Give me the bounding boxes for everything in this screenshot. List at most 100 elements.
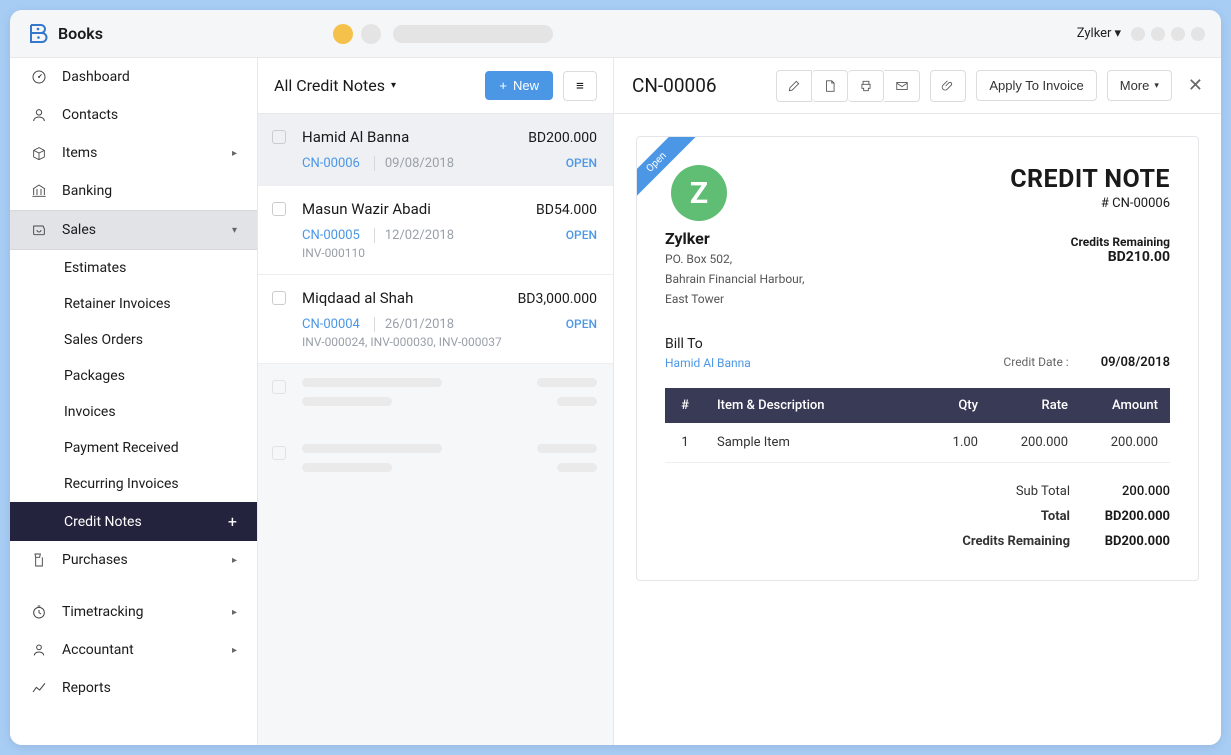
credit-note-document: Open Z Zylker PO. Box 502, Bahrain Finan… (636, 136, 1199, 581)
sales-icon (30, 221, 48, 239)
apply-label: Apply To Invoice (989, 78, 1083, 93)
more-label: More (1120, 78, 1150, 93)
dot (1171, 27, 1185, 41)
list-menu-button[interactable]: ≡ (563, 71, 597, 101)
item-checkbox[interactable] (272, 130, 286, 144)
org-selector[interactable]: Zylker ▾ (1077, 26, 1121, 41)
nav-label: Contacts (62, 107, 118, 123)
nav-items[interactable]: Items ▸ (10, 134, 257, 172)
item-amount: BD54.000 (536, 202, 597, 218)
nav-contacts[interactable]: Contacts (10, 96, 257, 134)
plus-icon: + (499, 78, 507, 93)
nav-label: Reports (62, 680, 111, 696)
item-amount: BD200.000 (528, 130, 597, 146)
company-addr-1: PO. Box 502, (665, 250, 805, 268)
cn-number: CN-00004 (302, 317, 360, 332)
add-icon[interactable]: + (228, 512, 237, 531)
app-name: Books (58, 24, 103, 43)
dot-yellow (333, 24, 353, 44)
cn-number: CN-00005 (302, 228, 360, 243)
list-header: All Credit Notes ▾ + New ≡ (258, 58, 613, 114)
list-item[interactable]: Miqdaad al Shah BD3,000.000 CN-00004 26/… (258, 275, 613, 364)
subnav-packages[interactable]: Packages (10, 358, 257, 394)
edit-button[interactable] (776, 70, 812, 102)
reports-icon (30, 679, 48, 697)
pencil-icon (787, 79, 801, 93)
item-refs: INV-000110 (302, 246, 597, 260)
chevron-right-icon: ▸ (232, 645, 237, 656)
nav-accountant[interactable]: Accountant ▸ (10, 631, 257, 669)
close-button[interactable]: ✕ (1188, 75, 1203, 96)
apply-to-invoice-button[interactable]: Apply To Invoice (976, 70, 1096, 101)
detail-pane: CN-00006 Apply To Invoice More▾ ✕ Open (614, 58, 1221, 745)
nav-banking[interactable]: Banking (10, 172, 257, 210)
detail-title: CN-00006 (632, 74, 766, 97)
new-button[interactable]: + New (485, 71, 553, 100)
chevron-right-icon: ▸ (232, 148, 237, 159)
cell-desc: Sample Item (705, 423, 920, 463)
nav-label: Items (62, 145, 97, 161)
list-placeholder (258, 430, 613, 496)
subnav-payment-received[interactable]: Payment Received (10, 430, 257, 466)
printer-icon (859, 79, 873, 93)
subnav-estimates[interactable]: Estimates (10, 250, 257, 286)
bill-to-name: Hamid Al Banna (665, 356, 751, 370)
topbar-pill-placeholder (393, 25, 553, 43)
subnav-label: Credit Notes (64, 514, 142, 530)
purchases-icon (30, 551, 48, 569)
list-item[interactable]: Hamid Al Banna BD200.000 CN-00006 09/08/… (258, 114, 613, 186)
subnav-recurring-invoices[interactable]: Recurring Invoices (10, 466, 257, 502)
subnav-retainer-invoices[interactable]: Retainer Invoices (10, 286, 257, 322)
nav-purchases[interactable]: Purchases ▸ (10, 541, 257, 579)
company-name: Zylker (665, 229, 805, 248)
nav-sales[interactable]: Sales ▾ (10, 210, 257, 250)
nav-reports[interactable]: Reports (10, 669, 257, 707)
list-item[interactable]: Masun Wazir Abadi BD54.000 CN-00005 12/0… (258, 186, 613, 275)
item-checkbox (272, 380, 286, 394)
item-date: 12/02/2018 (374, 228, 454, 243)
subnav-invoices[interactable]: Invoices (10, 394, 257, 430)
email-button[interactable] (884, 70, 920, 102)
list-filter-dropdown[interactable]: All Credit Notes ▾ (274, 76, 475, 95)
item-amount: BD3,000.000 (518, 291, 597, 307)
attachment-button[interactable] (930, 70, 966, 102)
item-checkbox[interactable] (272, 202, 286, 216)
hamburger-icon: ≡ (576, 78, 584, 93)
clock-icon (30, 603, 48, 621)
cell-qty: 1.00 (920, 423, 990, 463)
line-items-table: # Item & Description Qty Rate Amount 1 S… (665, 388, 1170, 463)
item-checkbox[interactable] (272, 291, 286, 305)
customer-name: Masun Wazir Abadi (302, 200, 431, 218)
cell-num: 1 (665, 423, 705, 463)
credit-date-value: 09/08/2018 (1101, 355, 1170, 370)
pdf-button[interactable] (812, 70, 848, 102)
company-logo: Z (671, 165, 727, 221)
items-icon (30, 144, 48, 162)
envelope-icon (895, 79, 909, 93)
subnav-label: Retainer Invoices (64, 296, 171, 312)
nav-label: Timetracking (62, 604, 144, 620)
file-icon (823, 79, 837, 93)
customer-name: Hamid Al Banna (302, 128, 409, 146)
credits-label: Credits Remaining (910, 534, 1070, 549)
table-row: 1 Sample Item 1.00 200.000 200.000 (665, 423, 1170, 463)
print-button[interactable] (848, 70, 884, 102)
accountant-icon (30, 641, 48, 659)
subtotal-value: 200.000 (1070, 484, 1170, 499)
subnav-label: Invoices (64, 404, 116, 420)
subnav-credit-notes[interactable]: Credit Notes + (10, 502, 257, 541)
list-placeholder (258, 364, 613, 430)
nav-label: Purchases (62, 552, 128, 568)
banking-icon (30, 182, 48, 200)
nav-timetracking[interactable]: Timetracking ▸ (10, 593, 257, 631)
credits-value: BD200.000 (1070, 534, 1170, 549)
nav-dashboard[interactable]: Dashboard (10, 58, 257, 96)
more-button[interactable]: More▾ (1107, 70, 1172, 101)
subnav-sales-orders[interactable]: Sales Orders (10, 322, 257, 358)
nav-label: Banking (62, 183, 112, 199)
item-refs: INV-000024, INV-000030, INV-000037 (302, 335, 597, 349)
item-status: OPEN (566, 156, 597, 170)
credits-remain-value: BD210.00 (1010, 249, 1170, 265)
topbar-placeholders (333, 24, 381, 44)
cn-number: CN-00006 (302, 156, 360, 171)
